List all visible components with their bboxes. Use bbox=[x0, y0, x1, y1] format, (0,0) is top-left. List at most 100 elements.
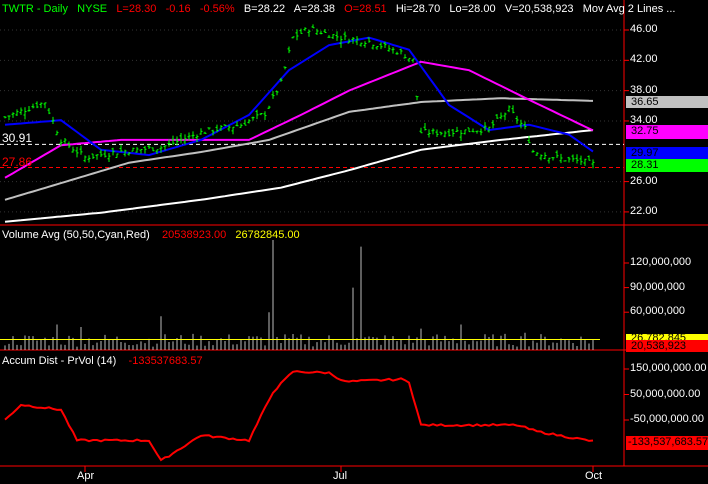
price-bar bbox=[495, 114, 499, 119]
change: -0.16 bbox=[165, 3, 191, 15]
price-bar bbox=[207, 127, 211, 130]
price-bar bbox=[559, 153, 563, 164]
symbol: TWTR - Daily bbox=[2, 3, 68, 15]
price-bar bbox=[391, 47, 395, 54]
price-bar bbox=[47, 108, 51, 115]
price-bar bbox=[135, 147, 139, 153]
price-bar bbox=[447, 128, 451, 137]
study-label[interactable]: Mov Avg 2 Lines ... bbox=[583, 3, 676, 15]
price-bar bbox=[243, 119, 247, 126]
price-bar bbox=[39, 102, 43, 109]
price-bar bbox=[255, 109, 259, 120]
price-bar bbox=[75, 147, 79, 158]
price-bar bbox=[115, 153, 119, 158]
price-bar bbox=[231, 126, 235, 135]
accum-value: -133537683.57 bbox=[128, 355, 203, 367]
open: O=28.51 bbox=[344, 3, 387, 15]
price-bar bbox=[19, 107, 23, 115]
price-bar bbox=[55, 130, 59, 136]
blue-ma-tag: 29.97 bbox=[626, 147, 708, 159]
price-bar bbox=[551, 157, 555, 161]
price-bar bbox=[335, 31, 339, 41]
ma-blue-line bbox=[4, 36, 594, 157]
price-bar bbox=[71, 146, 75, 153]
price-bar bbox=[455, 126, 459, 133]
price-bar bbox=[275, 90, 279, 96]
high: Hi=28.70 bbox=[395, 3, 441, 15]
price-bar bbox=[251, 116, 255, 121]
price-bar bbox=[507, 105, 511, 113]
price-bar bbox=[547, 157, 551, 164]
chart-canvas bbox=[0, 0, 708, 472]
price-bar bbox=[387, 45, 391, 52]
price-bar bbox=[83, 155, 87, 163]
price-bar bbox=[371, 44, 375, 50]
price-bar bbox=[475, 130, 479, 134]
price-bar bbox=[415, 95, 419, 101]
price-bar bbox=[423, 123, 427, 131]
accum-tag: -133,537,683.57 bbox=[626, 436, 708, 450]
price-bar bbox=[303, 27, 307, 31]
price-bar bbox=[363, 41, 367, 48]
price-bar bbox=[287, 46, 291, 54]
exchange: NYSE bbox=[77, 3, 108, 15]
price-bar bbox=[567, 156, 571, 163]
price-tick-label: 26.00 bbox=[630, 174, 658, 187]
volume-tag: 20,538,923 bbox=[626, 340, 708, 352]
price-bar bbox=[403, 54, 407, 59]
price-bar bbox=[375, 46, 379, 50]
price-bar bbox=[467, 127, 471, 133]
price-bar bbox=[35, 101, 39, 109]
price-tag: 28.31 bbox=[626, 159, 708, 172]
volume-tick-label: 120,000,000 bbox=[630, 256, 692, 268]
price-bar bbox=[575, 154, 579, 164]
price-tick-label: 34.00 bbox=[630, 113, 658, 126]
price-bar bbox=[223, 124, 227, 127]
grey-ma-tag: 36.65 bbox=[626, 96, 708, 108]
price-bar bbox=[571, 154, 575, 162]
price-bar bbox=[399, 48, 403, 55]
volume-avg: 26782845.00 bbox=[235, 229, 300, 241]
price-bar bbox=[267, 105, 271, 109]
accum-tick-label: -50,000,000.00 bbox=[630, 413, 705, 425]
price-bar bbox=[131, 147, 135, 152]
price-bar bbox=[3, 116, 7, 119]
price-bar bbox=[323, 29, 327, 34]
price-bar bbox=[295, 29, 299, 41]
price-bar bbox=[87, 155, 91, 163]
price-bar bbox=[439, 131, 443, 136]
low: Lo=28.00 bbox=[449, 3, 496, 15]
accum-header: Accum Dist - PrVol (14) -133537683.57 bbox=[2, 355, 203, 367]
price-bar bbox=[463, 129, 467, 135]
price-bar bbox=[539, 154, 543, 161]
price-bar bbox=[563, 160, 567, 162]
price-bar bbox=[11, 112, 15, 118]
volume-tick-label: 90,000,000 bbox=[630, 280, 686, 293]
price-bar bbox=[555, 150, 559, 158]
price-bar bbox=[515, 115, 519, 124]
price-bar bbox=[43, 102, 47, 109]
price-bar bbox=[191, 131, 195, 140]
stock-chart: TWTR - Daily NYSE L=28.30 -0.16 -0.56% B… bbox=[0, 0, 708, 484]
price-bar bbox=[311, 24, 315, 29]
ask: A=28.38 bbox=[293, 3, 335, 15]
price-bar bbox=[31, 103, 35, 109]
change-pct: -0.56% bbox=[199, 3, 235, 15]
x-tick-label: Jul bbox=[333, 470, 348, 482]
accum-tick-label: 150,000,000.00 bbox=[630, 362, 707, 374]
price-bar bbox=[499, 112, 503, 120]
volume: V=20,538,923 bbox=[504, 3, 574, 15]
price-bar bbox=[579, 155, 583, 165]
volume-tick-label: 60,000,000 bbox=[630, 305, 686, 318]
price-bar bbox=[443, 130, 447, 138]
accum-tick-label: 50,000,000.00 bbox=[630, 387, 701, 400]
price-bar bbox=[299, 28, 303, 34]
price-bar bbox=[291, 36, 295, 39]
price-bar bbox=[435, 129, 439, 138]
volume-value: 20538923.00 bbox=[162, 229, 227, 241]
volume-title: Volume Avg (50,50,Cyan,Red) bbox=[2, 229, 150, 241]
price-bar bbox=[535, 152, 539, 156]
price-bar bbox=[343, 31, 347, 41]
price-bar bbox=[79, 145, 83, 155]
price-bar bbox=[63, 138, 67, 144]
